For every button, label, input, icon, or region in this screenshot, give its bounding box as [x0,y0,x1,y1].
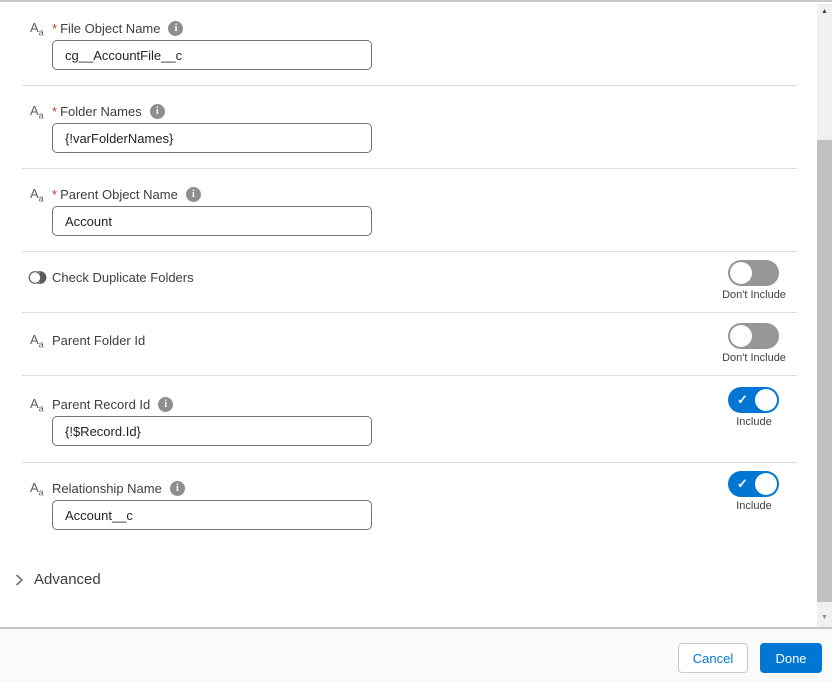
chevron-right-icon [12,573,26,587]
info-icon[interactable]: i [150,104,165,119]
parent-record-id-toggle[interactable]: ✓ [728,387,779,413]
flow-action-config-panel: Aa * File Object Name i Aa * Folder Name… [0,0,832,680]
text-type-icon: Aa [30,104,44,123]
scrollbar[interactable]: ▲ ▼ [817,4,832,627]
scrollbar-thumb[interactable] [817,140,832,602]
required-asterisk: * [52,187,57,202]
check-icon: ✓ [737,476,748,492]
scroll-up-icon[interactable]: ▲ [817,4,832,19]
cancel-button[interactable]: Cancel [678,643,748,673]
text-type-icon: Aa [30,187,44,206]
info-icon[interactable]: i [158,397,173,412]
toggle-knob [755,473,777,495]
required-asterisk: * [52,21,57,36]
parent-record-id-input[interactable] [52,416,372,446]
divider [22,312,797,313]
text-type-icon: Aa [30,481,44,500]
folder-names-input[interactable] [52,123,372,153]
field-label: Parent Folder Id [52,333,145,348]
scroll-down-icon[interactable]: ▼ [817,610,832,625]
divider [22,85,797,86]
text-type-icon: Aa [30,397,44,416]
advanced-label: Advanced [34,571,101,588]
relationship-name-input[interactable] [52,500,372,530]
info-icon[interactable]: i [168,21,183,36]
divider [22,462,797,463]
parent-folder-id-toggle[interactable] [728,323,779,349]
toggle-knob [730,262,752,284]
required-asterisk: * [52,104,57,119]
field-label: Check Duplicate Folders [52,270,194,285]
toggle-state-label: Don't Include [714,289,794,301]
divider [22,251,797,252]
relationship-name-toggle[interactable]: ✓ [728,471,779,497]
divider [22,375,797,376]
text-type-icon: Aa [30,333,44,352]
advanced-section-toggle[interactable]: Advanced [12,571,101,588]
toggle-state-label: Include [714,500,794,512]
field-label: Folder Names [60,104,142,119]
divider [22,168,797,169]
boolean-type-icon [28,270,47,290]
check-duplicate-folders-toggle[interactable] [728,260,779,286]
file-object-name-input[interactable] [52,40,372,70]
parent-object-name-input[interactable] [52,206,372,236]
info-icon[interactable]: i [170,481,185,496]
toggle-knob [730,325,752,347]
field-label: Parent Object Name [60,187,178,202]
text-type-icon: Aa [30,21,44,40]
field-label: Relationship Name [52,481,162,496]
done-button[interactable]: Done [760,643,822,673]
toggle-knob [755,389,777,411]
field-label: Parent Record Id [52,397,150,412]
toggle-state-label: Include [714,416,794,428]
check-icon: ✓ [737,392,748,408]
info-icon[interactable]: i [186,187,201,202]
field-label: File Object Name [60,21,160,36]
toggle-state-label: Don't Include [714,352,794,364]
footer: Cancel Done [0,627,832,682]
